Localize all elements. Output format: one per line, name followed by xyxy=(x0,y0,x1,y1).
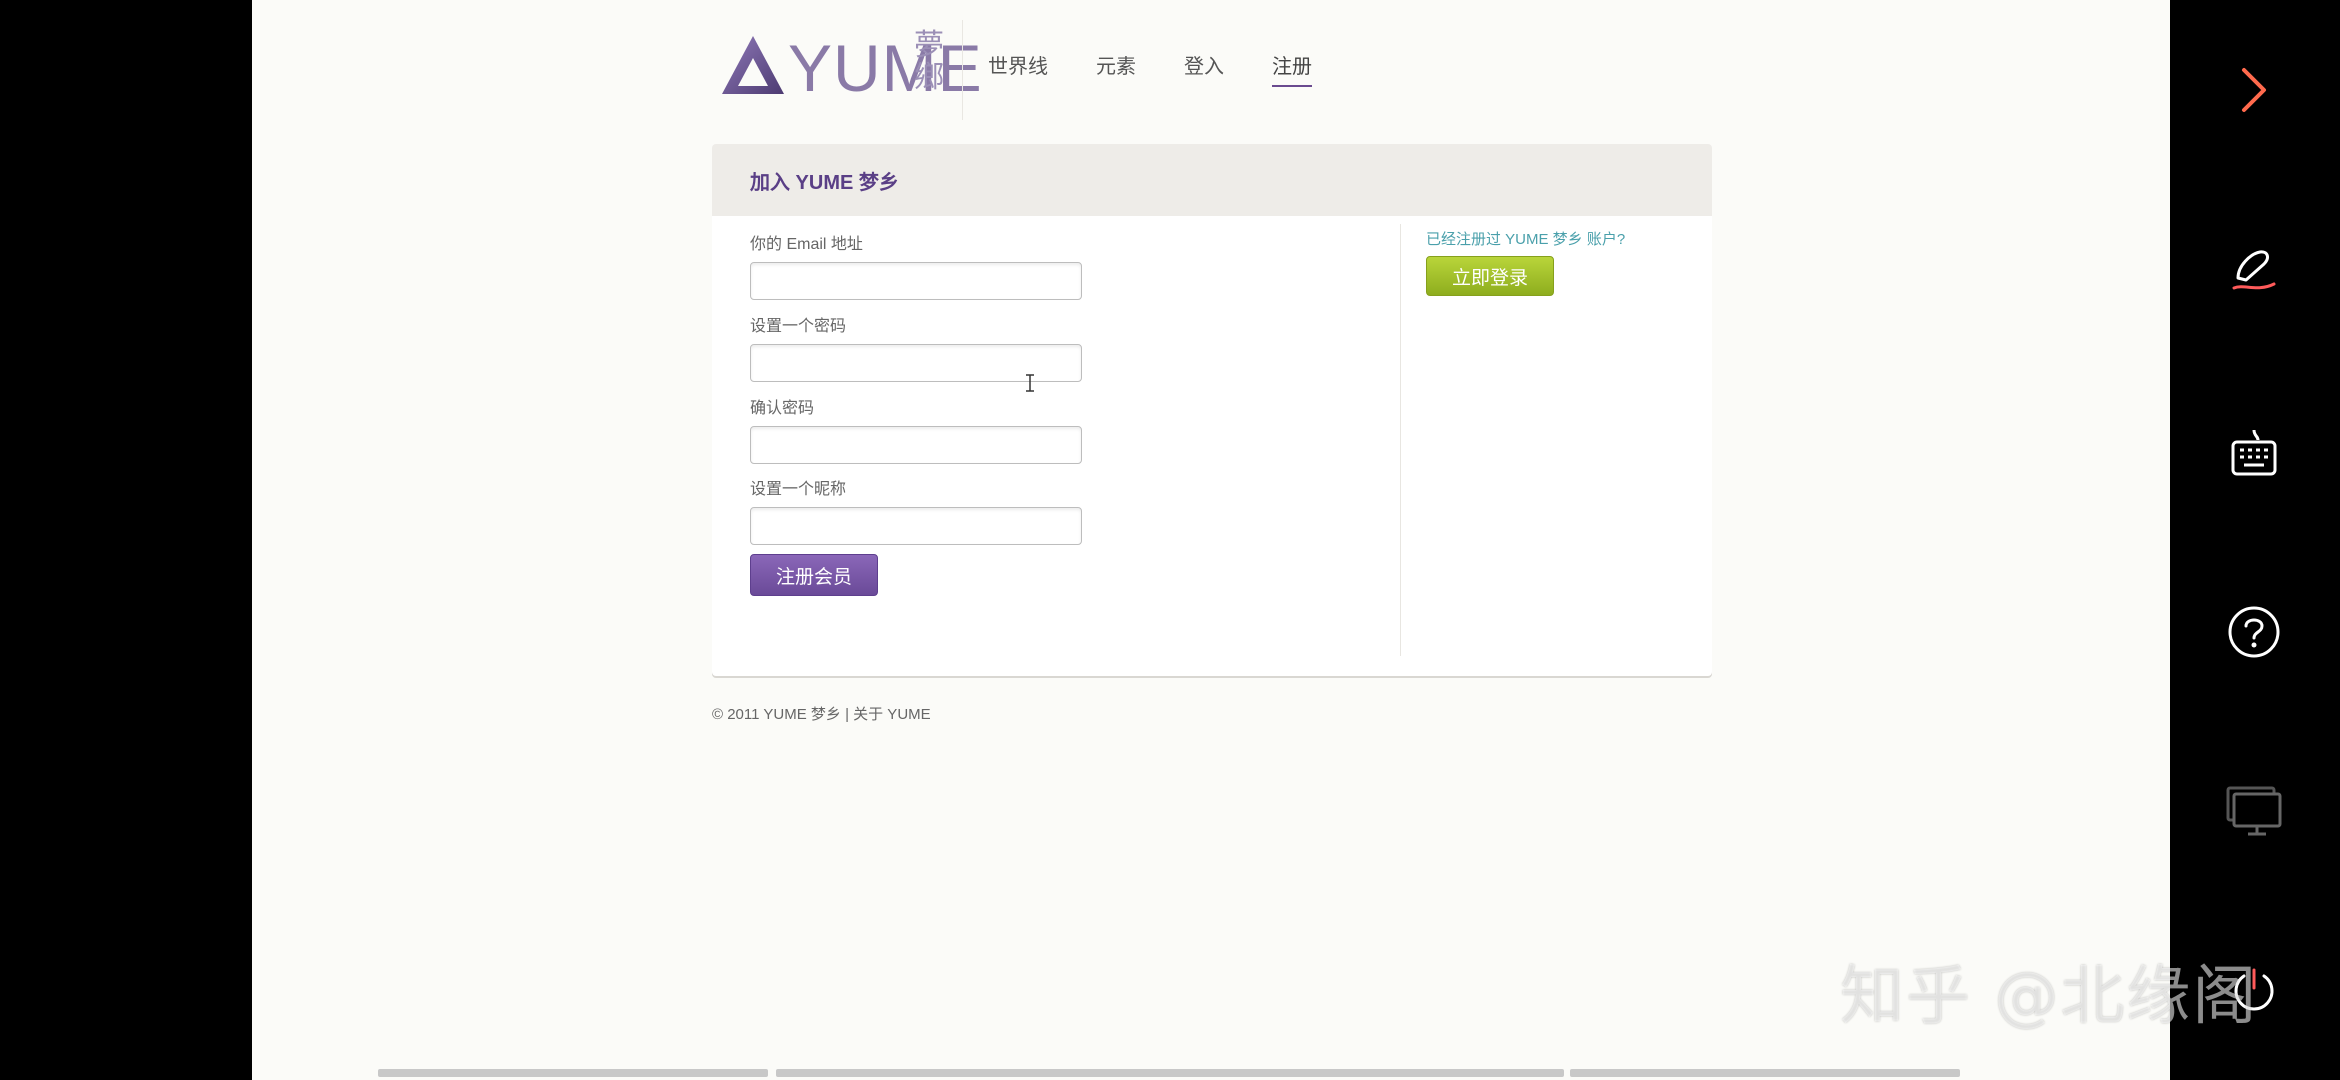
password-label: 设置一个密码 xyxy=(750,318,847,335)
help-icon xyxy=(2228,606,2280,658)
confirm-password-label: 确认密码 xyxy=(750,400,815,417)
text-cursor-icon xyxy=(1026,374,1034,392)
pen-icon xyxy=(2232,250,2276,290)
nickname-input[interactable] xyxy=(750,507,1082,545)
nav-login[interactable]: 登入 xyxy=(1184,50,1224,87)
nickname-field-group: 设置一个昵称 xyxy=(750,475,1082,545)
logo-word: YUME xyxy=(788,31,983,105)
email-field-group: 你的 Email 地址 xyxy=(750,230,1082,300)
panel-header: 加入 YUME 梦乡 xyxy=(712,144,1712,216)
email-input[interactable] xyxy=(750,262,1082,300)
annotate-button[interactable] xyxy=(2222,238,2286,302)
already-registered-text: 已经注册过 YUME 梦乡 账户? xyxy=(1426,231,1626,248)
watermark-text: 知乎 @北缘阁 xyxy=(1840,960,2259,1034)
keyboard-button[interactable] xyxy=(2222,420,2286,484)
login-now-button[interactable]: 立即登录 xyxy=(1426,256,1554,296)
web-page: YUME 夢鄉 世界线 元素 登入 注册 加入 YUME 梦乡 你的 Email… xyxy=(252,0,2170,1080)
keyboard-icon xyxy=(2231,429,2277,476)
confirm-password-field-group: 确认密码 xyxy=(750,394,1082,464)
screen-button[interactable] xyxy=(2222,780,2286,844)
logo-chinese: 夢鄉 xyxy=(914,28,944,95)
footer-separator: | xyxy=(845,706,849,723)
nav-elements[interactable]: 元素 xyxy=(1096,50,1136,87)
register-panel: 加入 YUME 梦乡 你的 Email 地址 设置一个密码 确认密码 设置一个昵… xyxy=(712,144,1712,676)
monitor-icon xyxy=(2226,786,2282,836)
nickname-label: 设置一个昵称 xyxy=(750,481,847,498)
copyright-text: © 2011 YUME 梦乡 xyxy=(712,706,841,723)
help-button[interactable] xyxy=(2222,600,2286,664)
footer: © 2011 YUME 梦乡 | 关于 YUME xyxy=(712,703,931,724)
scroll-segment-left[interactable] xyxy=(378,1069,768,1077)
email-label: 你的 Email 地址 xyxy=(750,236,863,253)
header-divider xyxy=(962,20,963,120)
scroll-segment-middle[interactable] xyxy=(776,1069,1564,1077)
triangle-logo-icon xyxy=(722,36,784,94)
nav-register[interactable]: 注册 xyxy=(1272,50,1312,87)
page-title: 加入 YUME 梦乡 xyxy=(750,171,899,194)
chevron-right-icon xyxy=(2242,68,2266,112)
confirm-password-input[interactable] xyxy=(750,426,1082,464)
site-logo[interactable]: YUME 夢鄉 xyxy=(720,28,982,108)
next-button[interactable] xyxy=(2222,58,2286,122)
side-toolbar xyxy=(2172,0,2340,1080)
nav-world-line[interactable]: 世界线 xyxy=(988,50,1048,87)
about-link[interactable]: 关于 YUME xyxy=(853,706,931,723)
panel-column-divider xyxy=(1400,224,1401,656)
register-button[interactable]: 注册会员 xyxy=(750,554,878,596)
main-nav: 世界线 元素 登入 注册 xyxy=(988,50,1312,87)
scroll-segment-right[interactable] xyxy=(1570,1069,1960,1077)
password-field-group: 设置一个密码 xyxy=(750,312,1082,382)
